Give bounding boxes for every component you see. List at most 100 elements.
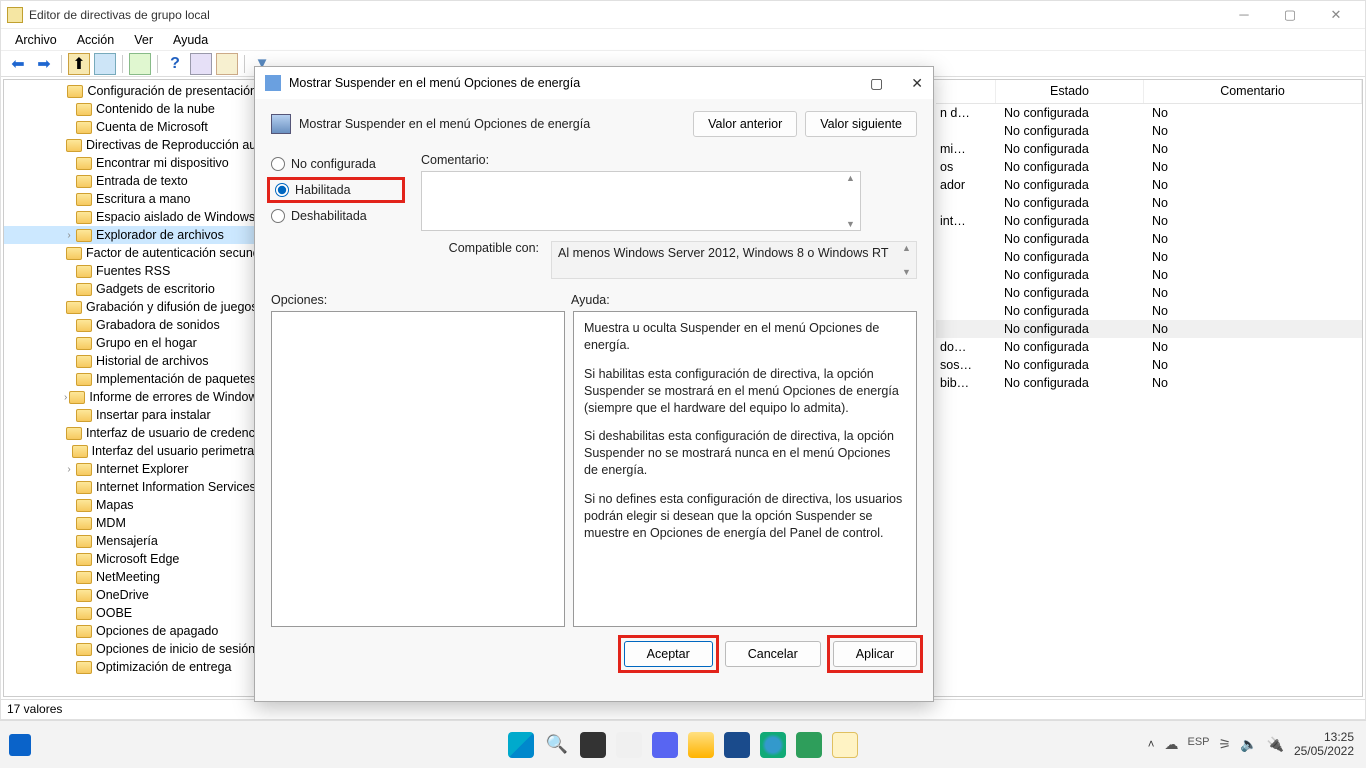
edge-button[interactable] <box>760 732 786 758</box>
file-explorer-button[interactable] <box>688 732 714 758</box>
tree-item[interactable]: Entrada de texto <box>4 172 257 190</box>
tree-item[interactable]: Factor de autenticación secundario <box>4 244 257 262</box>
volume-icon[interactable]: 🔈 <box>1240 736 1257 753</box>
show-hide-tree-button[interactable] <box>94 53 116 75</box>
app-button[interactable] <box>796 732 822 758</box>
onedrive-icon[interactable]: ☁ <box>1164 736 1178 753</box>
language-icon[interactable]: ESP <box>1187 736 1209 753</box>
dialog-close-button[interactable]: ✕ <box>911 75 923 92</box>
dialog-maximize-button[interactable]: ▢ <box>870 75 883 92</box>
list-row[interactable]: n d…No configuradaNo <box>936 104 1362 122</box>
menu-action[interactable]: Acción <box>69 31 123 49</box>
tree-item[interactable]: ›Explorador de archivos <box>4 226 257 244</box>
list-row[interactable]: No configuradaNo <box>936 230 1362 248</box>
tree-item[interactable]: Escritura a mano <box>4 190 257 208</box>
list-row[interactable]: No configuradaNo <box>936 122 1362 140</box>
tree-item[interactable]: Mensajería <box>4 532 257 550</box>
list-row[interactable]: sos…No configuradaNo <box>936 356 1362 374</box>
list-row[interactable]: osNo configuradaNo <box>936 158 1362 176</box>
list-row[interactable]: No configuradaNo <box>936 248 1362 266</box>
apply-button[interactable]: Aplicar <box>833 641 917 667</box>
tree-item[interactable]: Opciones de apagado <box>4 622 257 640</box>
task-view-button[interactable] <box>580 732 606 758</box>
cancel-button[interactable]: Cancelar <box>725 641 821 667</box>
tree-item[interactable]: Historial de archivos <box>4 352 257 370</box>
forward-button[interactable]: ➡ <box>33 53 55 75</box>
list-button[interactable] <box>216 53 238 75</box>
tree-item[interactable]: Interfaz del usuario perimetral <box>4 442 257 460</box>
list-row[interactable]: mi…No configuradaNo <box>936 140 1362 158</box>
menu-view[interactable]: Ver <box>126 31 161 49</box>
tree-item[interactable]: Insertar para instalar <box>4 406 257 424</box>
properties-button[interactable] <box>190 53 212 75</box>
tree-item[interactable]: OOBE <box>4 604 257 622</box>
taskbar-app-button[interactable] <box>616 732 642 758</box>
list-row[interactable]: No configuradaNo <box>936 266 1362 284</box>
chat-button[interactable] <box>652 732 678 758</box>
list-row[interactable]: adorNo configuradaNo <box>936 176 1362 194</box>
radio-not-configured[interactable]: No configurada <box>271 157 401 171</box>
help-pane[interactable]: Muestra u oculta Suspender en el menú Op… <box>573 311 917 627</box>
tree-item[interactable]: Opciones de inicio de sesión <box>4 640 257 658</box>
ok-button[interactable]: Aceptar <box>624 641 713 667</box>
tree-item[interactable]: Mapas <box>4 496 257 514</box>
options-pane[interactable] <box>271 311 565 627</box>
column-state[interactable]: Estado <box>996 80 1144 103</box>
tree-item[interactable]: Fuentes RSS <box>4 262 257 280</box>
minimize-button[interactable]: ─ <box>1221 1 1267 29</box>
tree-item[interactable]: Optimización de entrega <box>4 658 257 676</box>
menu-help[interactable]: Ayuda <box>165 31 216 49</box>
tree-item[interactable]: Implementación de paquetes <box>4 370 257 388</box>
radio-disabled[interactable]: Deshabilitada <box>271 209 401 223</box>
list-row[interactable]: No configuradaNo <box>936 302 1362 320</box>
tree-item[interactable]: Interfaz de usuario de credenciales <box>4 424 257 442</box>
export-button[interactable] <box>129 53 151 75</box>
tree-item[interactable]: Grabadora de sonidos <box>4 316 257 334</box>
tree-item[interactable]: Espacio aislado de Windows <box>4 208 257 226</box>
list-row[interactable]: do…No configuradaNo <box>936 338 1362 356</box>
help-button[interactable]: ? <box>164 53 186 75</box>
search-button[interactable]: 🔍 <box>544 732 570 758</box>
wifi-icon[interactable]: ⚞ <box>1219 736 1232 753</box>
column-name-stub[interactable] <box>936 80 996 103</box>
tree-item[interactable]: NetMeeting <box>4 568 257 586</box>
store-button[interactable] <box>724 732 750 758</box>
tree-pane[interactable]: Configuración de presentaciónContenido d… <box>4 80 258 696</box>
column-comment[interactable]: Comentario <box>1144 80 1362 103</box>
tree-item[interactable]: Encontrar mi dispositivo <box>4 154 257 172</box>
up-button[interactable]: ⬆ <box>68 53 90 75</box>
tree-item[interactable]: Grabación y difusión de juegos <box>4 298 257 316</box>
tree-item[interactable]: Contenido de la nube <box>4 100 257 118</box>
maximize-button[interactable]: ▢ <box>1267 1 1313 29</box>
tree-item[interactable]: MDM <box>4 514 257 532</box>
list-row[interactable]: int…No configuradaNo <box>936 212 1362 230</box>
tree-item[interactable]: ›Informe de errores de Windows <box>4 388 257 406</box>
list-row[interactable]: No configuradaNo <box>936 320 1362 338</box>
menu-file[interactable]: Archivo <box>7 31 65 49</box>
tree-item[interactable]: Gadgets de escritorio <box>4 280 257 298</box>
previous-setting-button[interactable]: Valor anterior <box>693 111 797 137</box>
clock[interactable]: 13:25 25/05/2022 <box>1294 731 1354 759</box>
tree-item[interactable]: ›Internet Explorer <box>4 460 257 478</box>
tree-item[interactable]: Directivas de Reproducción automática <box>4 136 257 154</box>
list-row[interactable]: bib…No configuradaNo <box>936 374 1362 392</box>
list-row[interactable]: No configuradaNo <box>936 284 1362 302</box>
tray-chevron-icon[interactable]: ˄ <box>1148 739 1155 751</box>
tree-item[interactable]: OneDrive <box>4 586 257 604</box>
close-button[interactable]: ✕ <box>1313 1 1359 29</box>
back-button[interactable]: ⬅ <box>7 53 29 75</box>
next-setting-button[interactable]: Valor siguiente <box>805 111 917 137</box>
start-button[interactable] <box>508 732 534 758</box>
policy-dialog: Mostrar Suspender en el menú Opciones de… <box>254 66 934 702</box>
notepad-button[interactable] <box>832 732 858 758</box>
comment-textarea[interactable]: ▲▼ <box>421 171 861 231</box>
tree-item[interactable]: Cuenta de Microsoft <box>4 118 257 136</box>
tree-item[interactable]: Grupo en el hogar <box>4 334 257 352</box>
tree-item[interactable]: Internet Information Services <box>4 478 257 496</box>
widgets-button[interactable] <box>9 734 31 756</box>
battery-icon[interactable]: 🔌 <box>1267 736 1284 753</box>
radio-enabled[interactable]: Habilitada <box>275 183 351 197</box>
list-row[interactable]: No configuradaNo <box>936 194 1362 212</box>
tree-item[interactable]: Configuración de presentación <box>4 82 257 100</box>
tree-item[interactable]: Microsoft Edge <box>4 550 257 568</box>
